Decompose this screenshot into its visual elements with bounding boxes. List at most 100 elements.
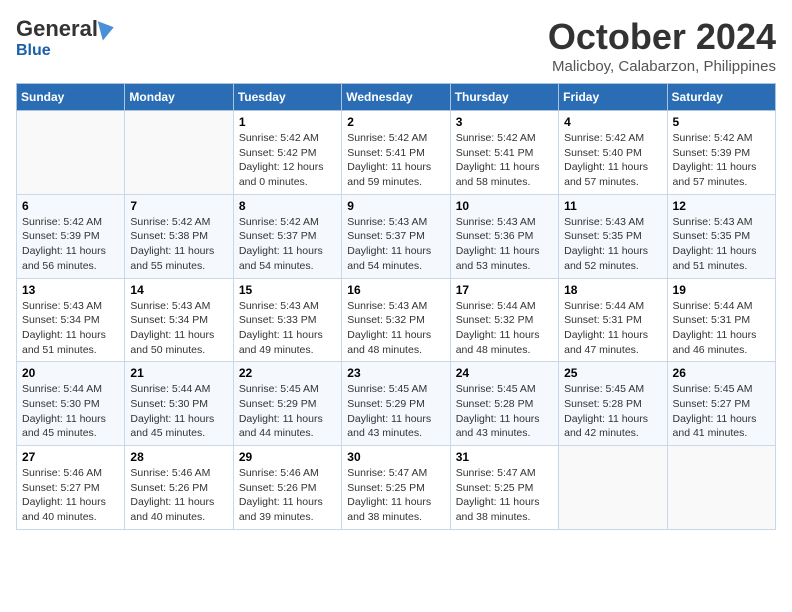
cell-details: Sunrise: 5:42 AM Sunset: 5:38 PM Dayligh… (130, 215, 227, 274)
calendar-cell: 24 Sunrise: 5:45 AM Sunset: 5:28 PM Dayli… (450, 362, 558, 446)
calendar-cell: 25 Sunrise: 5:45 AM Sunset: 5:28 PM Dayli… (559, 362, 667, 446)
column-header-tuesday: Tuesday (233, 84, 341, 111)
calendar-cell: 21Sunrise: 5:44 AM Sunset: 5:30 PM Dayli… (125, 362, 233, 446)
calendar-cell (125, 111, 233, 195)
calendar-cell: 19 Sunrise: 5:44 AM Sunset: 5:31 PM Dayli… (667, 278, 775, 362)
day-number: 10 (456, 199, 553, 213)
day-number: 25 (564, 366, 661, 380)
cell-details: Sunrise: 5:46 AM Sunset: 5:26 PM Dayligh… (239, 466, 336, 525)
calendar-cell: 18 Sunrise: 5:44 AM Sunset: 5:31 PM Dayli… (559, 278, 667, 362)
day-number: 28 (130, 450, 227, 464)
column-header-wednesday: Wednesday (342, 84, 450, 111)
calendar-cell: 22 Sunrise: 5:45 AM Sunset: 5:29 PM Dayli… (233, 362, 341, 446)
calendar-cell: 31 Sunrise: 5:47 AM Sunset: 5:25 PM Dayli… (450, 446, 558, 530)
calendar-cell: 1 Sunrise: 5:42 AM Sunset: 5:42 PM Daylig… (233, 111, 341, 195)
calendar-cell: 7 Sunrise: 5:42 AM Sunset: 5:38 PM Daylig… (125, 194, 233, 278)
day-number: 4 (564, 115, 661, 129)
column-header-saturday: Saturday (667, 84, 775, 111)
cell-details: Sunrise: 5:42 AM Sunset: 5:42 PM Dayligh… (239, 131, 336, 190)
calendar-week-row: 20 Sunrise: 5:44 AM Sunset: 5:30 PM Dayli… (17, 362, 776, 446)
day-number: 24 (456, 366, 553, 380)
calendar-cell: 30Sunrise: 5:47 AM Sunset: 5:25 PM Dayli… (342, 446, 450, 530)
day-number: 14 (130, 283, 227, 297)
day-number: 26 (673, 366, 770, 380)
logo-general-text: General (16, 16, 98, 42)
calendar-cell: 26 Sunrise: 5:45 AM Sunset: 5:27 PM Dayli… (667, 362, 775, 446)
cell-details: Sunrise: 5:45 AM Sunset: 5:29 PM Dayligh… (239, 382, 336, 441)
calendar-cell: 20 Sunrise: 5:44 AM Sunset: 5:30 PM Dayli… (17, 362, 125, 446)
day-number: 6 (22, 199, 119, 213)
calendar-cell: 11 Sunrise: 5:43 AM Sunset: 5:35 PM Dayli… (559, 194, 667, 278)
location-subtitle: Malicboy, Calabarzon, Philippines (548, 58, 776, 75)
calendar-cell: 8Sunrise: 5:42 AM Sunset: 5:37 PM Daylig… (233, 194, 341, 278)
calendar-cell: 13 Sunrise: 5:43 AM Sunset: 5:34 PM Dayli… (17, 278, 125, 362)
column-header-sunday: Sunday (17, 84, 125, 111)
cell-details: Sunrise: 5:43 AM Sunset: 5:35 PM Dayligh… (564, 215, 661, 274)
cell-details: Sunrise: 5:42 AM Sunset: 5:37 PM Dayligh… (239, 215, 336, 274)
cell-details: Sunrise: 5:44 AM Sunset: 5:30 PM Dayligh… (22, 382, 119, 441)
day-number: 22 (239, 366, 336, 380)
day-number: 15 (239, 283, 336, 297)
cell-details: Sunrise: 5:47 AM Sunset: 5:25 PM Dayligh… (456, 466, 553, 525)
cell-details: Sunrise: 5:42 AM Sunset: 5:39 PM Dayligh… (673, 131, 770, 190)
calendar-cell: 14Sunrise: 5:43 AM Sunset: 5:34 PM Dayli… (125, 278, 233, 362)
logo-blue-text: Blue (16, 42, 51, 60)
logo: General Blue (16, 16, 114, 60)
day-number: 13 (22, 283, 119, 297)
day-number: 7 (130, 199, 227, 213)
day-number: 18 (564, 283, 661, 297)
calendar-cell: 9 Sunrise: 5:43 AM Sunset: 5:37 PM Daylig… (342, 194, 450, 278)
cell-details: Sunrise: 5:43 AM Sunset: 5:36 PM Dayligh… (456, 215, 553, 274)
day-number: 31 (456, 450, 553, 464)
cell-details: Sunrise: 5:45 AM Sunset: 5:27 PM Dayligh… (673, 382, 770, 441)
cell-details: Sunrise: 5:44 AM Sunset: 5:30 PM Dayligh… (130, 382, 227, 441)
cell-details: Sunrise: 5:44 AM Sunset: 5:31 PM Dayligh… (673, 299, 770, 358)
day-number: 1 (239, 115, 336, 129)
title-block: October 2024 Malicboy, Calabarzon, Phili… (548, 16, 776, 75)
day-number: 5 (673, 115, 770, 129)
cell-details: Sunrise: 5:45 AM Sunset: 5:28 PM Dayligh… (564, 382, 661, 441)
calendar-week-row: 13 Sunrise: 5:43 AM Sunset: 5:34 PM Dayli… (17, 278, 776, 362)
calendar-body: 1 Sunrise: 5:42 AM Sunset: 5:42 PM Daylig… (17, 111, 776, 530)
column-header-friday: Friday (559, 84, 667, 111)
cell-details: Sunrise: 5:43 AM Sunset: 5:32 PM Dayligh… (347, 299, 444, 358)
cell-details: Sunrise: 5:43 AM Sunset: 5:34 PM Dayligh… (22, 299, 119, 358)
calendar-cell: 10 Sunrise: 5:43 AM Sunset: 5:36 PM Dayli… (450, 194, 558, 278)
calendar-cell: 27 Sunrise: 5:46 AM Sunset: 5:27 PM Dayli… (17, 446, 125, 530)
day-number: 12 (673, 199, 770, 213)
calendar-cell (17, 111, 125, 195)
day-number: 27 (22, 450, 119, 464)
day-number: 17 (456, 283, 553, 297)
cell-details: Sunrise: 5:43 AM Sunset: 5:33 PM Dayligh… (239, 299, 336, 358)
day-number: 2 (347, 115, 444, 129)
day-number: 9 (347, 199, 444, 213)
day-number: 19 (673, 283, 770, 297)
calendar-cell: 4 Sunrise: 5:42 AM Sunset: 5:40 PM Daylig… (559, 111, 667, 195)
calendar-cell: 28Sunrise: 5:46 AM Sunset: 5:26 PM Dayli… (125, 446, 233, 530)
calendar-week-row: 6 Sunrise: 5:42 AM Sunset: 5:39 PM Daylig… (17, 194, 776, 278)
cell-details: Sunrise: 5:42 AM Sunset: 5:39 PM Dayligh… (22, 215, 119, 274)
logo-arrow-icon (98, 18, 117, 41)
calendar-cell: 6 Sunrise: 5:42 AM Sunset: 5:39 PM Daylig… (17, 194, 125, 278)
calendar-cell: 15 Sunrise: 5:43 AM Sunset: 5:33 PM Dayli… (233, 278, 341, 362)
cell-details: Sunrise: 5:44 AM Sunset: 5:31 PM Dayligh… (564, 299, 661, 358)
day-number: 3 (456, 115, 553, 129)
calendar-cell: 23Sunrise: 5:45 AM Sunset: 5:29 PM Dayli… (342, 362, 450, 446)
column-header-thursday: Thursday (450, 84, 558, 111)
calendar-cell: 16Sunrise: 5:43 AM Sunset: 5:32 PM Dayli… (342, 278, 450, 362)
month-title: October 2024 (548, 16, 776, 58)
cell-details: Sunrise: 5:45 AM Sunset: 5:28 PM Dayligh… (456, 382, 553, 441)
calendar-cell: 5 Sunrise: 5:42 AM Sunset: 5:39 PM Daylig… (667, 111, 775, 195)
calendar-week-row: 27 Sunrise: 5:46 AM Sunset: 5:27 PM Dayli… (17, 446, 776, 530)
cell-details: Sunrise: 5:44 AM Sunset: 5:32 PM Dayligh… (456, 299, 553, 358)
cell-details: Sunrise: 5:47 AM Sunset: 5:25 PM Dayligh… (347, 466, 444, 525)
cell-details: Sunrise: 5:42 AM Sunset: 5:41 PM Dayligh… (347, 131, 444, 190)
day-number: 29 (239, 450, 336, 464)
day-number: 11 (564, 199, 661, 213)
cell-details: Sunrise: 5:46 AM Sunset: 5:27 PM Dayligh… (22, 466, 119, 525)
cell-details: Sunrise: 5:42 AM Sunset: 5:40 PM Dayligh… (564, 131, 661, 190)
day-number: 20 (22, 366, 119, 380)
calendar-cell: 29 Sunrise: 5:46 AM Sunset: 5:26 PM Dayli… (233, 446, 341, 530)
calendar-cell: 12Sunrise: 5:43 AM Sunset: 5:35 PM Dayli… (667, 194, 775, 278)
cell-details: Sunrise: 5:43 AM Sunset: 5:37 PM Dayligh… (347, 215, 444, 274)
